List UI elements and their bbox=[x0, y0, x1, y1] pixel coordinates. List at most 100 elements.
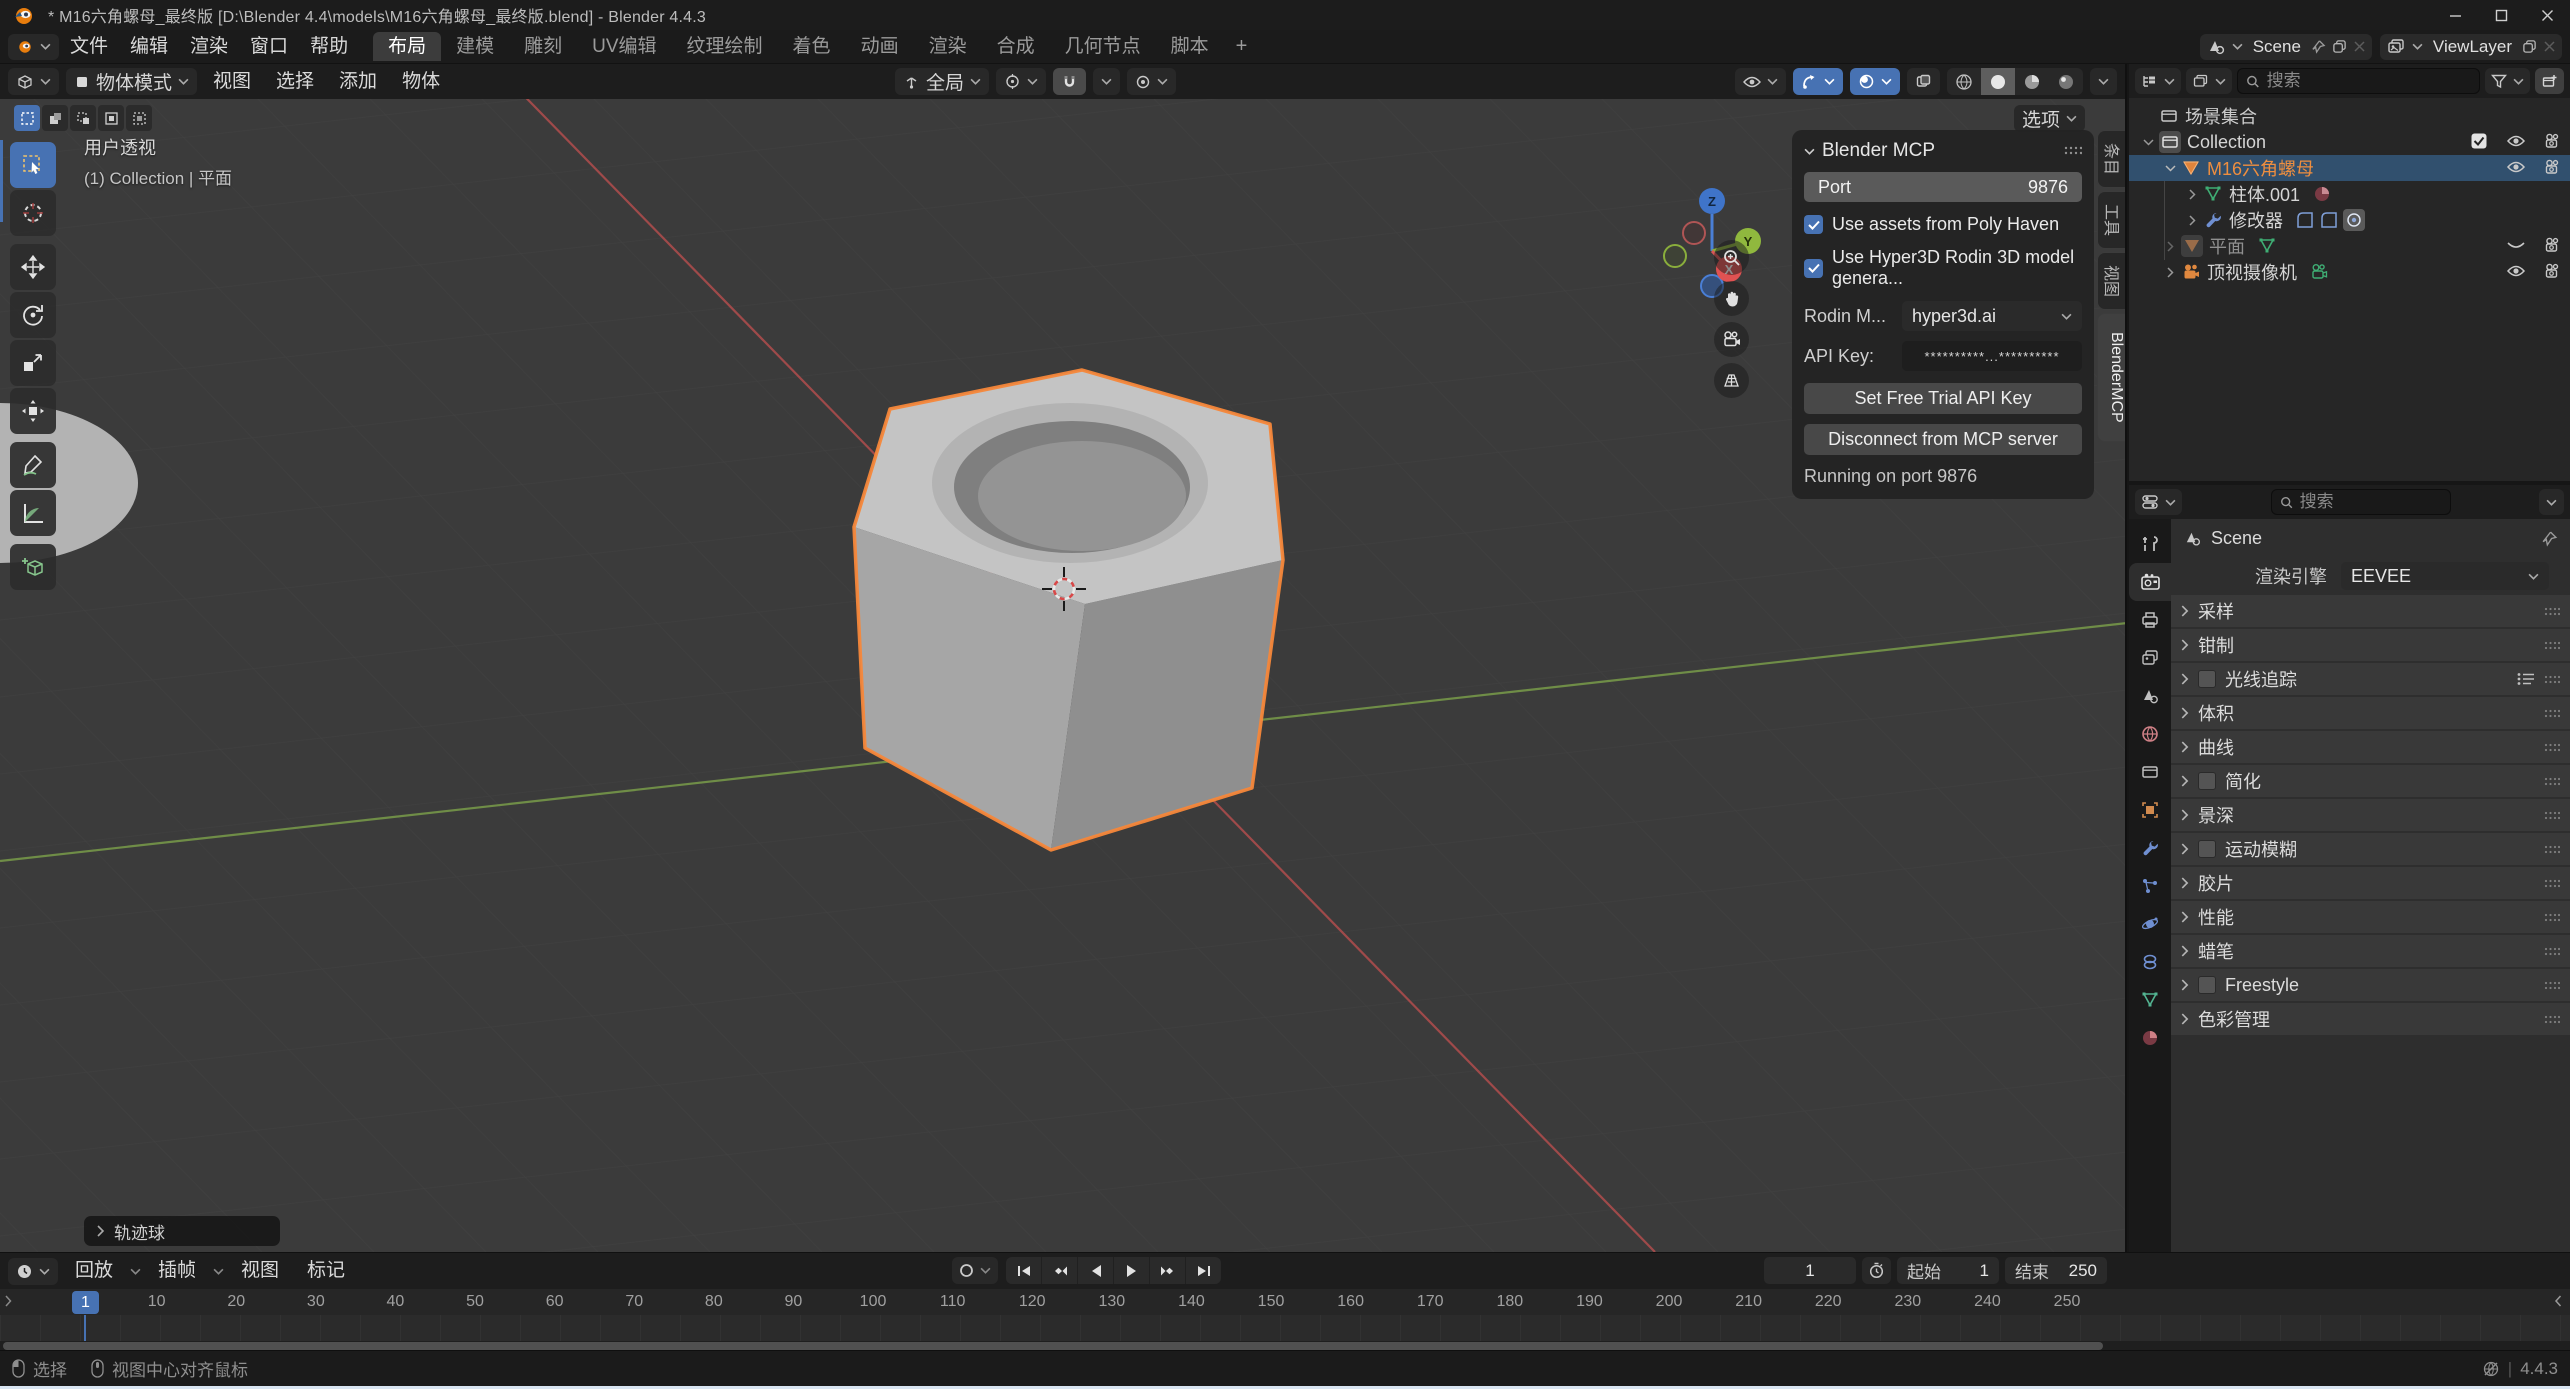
chevron-down-icon[interactable] bbox=[2143, 139, 2154, 146]
render-engine-dropdown[interactable]: EEVEE bbox=[2341, 562, 2549, 590]
poly-haven-checkbox[interactable]: Use assets from Poly Haven bbox=[1804, 214, 2082, 235]
panel-film[interactable]: 胶片 bbox=[2171, 867, 2570, 899]
snap-toggle[interactable] bbox=[1053, 68, 1086, 95]
axis-neg-y-ball[interactable] bbox=[1664, 245, 1686, 267]
scene-selector[interactable]: Scene bbox=[2200, 34, 2372, 60]
axis-neg-x-ball[interactable] bbox=[1683, 222, 1705, 244]
new-collection-button[interactable] bbox=[2535, 68, 2564, 94]
operator-redo-panel[interactable]: 轨迹球 bbox=[84, 1216, 280, 1246]
unlink-scene-icon[interactable] bbox=[2353, 40, 2366, 53]
copy-scene-icon[interactable] bbox=[2332, 39, 2347, 54]
shading-dropdown[interactable] bbox=[2090, 68, 2117, 95]
timeline-menu-playback[interactable]: 回放 bbox=[64, 1257, 124, 1285]
tab-sculpting[interactable]: 雕刻 bbox=[509, 32, 577, 61]
shading-wireframe-button[interactable] bbox=[1947, 68, 1981, 95]
tab-viewlayer-properties[interactable] bbox=[2129, 639, 2171, 677]
tab-material-properties[interactable] bbox=[2129, 1019, 2171, 1057]
hyper3d-checkbox[interactable]: Use Hyper3D Rodin 3D model genera... bbox=[1804, 247, 2082, 289]
viewport-menu-object[interactable]: 物体 bbox=[393, 68, 449, 96]
xray-toggle[interactable] bbox=[1907, 68, 1940, 95]
hide-eye-icon[interactable] bbox=[2506, 158, 2526, 176]
timeline-keyframe-area[interactable] bbox=[0, 1315, 2570, 1341]
tab-world-properties[interactable] bbox=[2129, 715, 2171, 753]
collection-checkbox[interactable] bbox=[2470, 132, 2488, 150]
menu-window[interactable]: 窗口 bbox=[239, 33, 299, 61]
outliner-search-input[interactable] bbox=[2267, 71, 2471, 91]
measure-tool[interactable] bbox=[10, 490, 56, 536]
disable-render-camera-icon[interactable] bbox=[2543, 262, 2562, 280]
properties-editor-type-button[interactable] bbox=[2135, 489, 2182, 515]
outliner-row-modifiers[interactable]: 修改器 bbox=[2129, 207, 2570, 233]
properties-options-dropdown[interactable] bbox=[2539, 489, 2564, 515]
tab-scene-properties[interactable] bbox=[2129, 677, 2171, 715]
cursor-tool[interactable] bbox=[10, 190, 56, 236]
api-key-field[interactable]: **********...********** bbox=[1902, 341, 2082, 371]
panel-raytracing[interactable]: 光线追踪 bbox=[2171, 663, 2570, 695]
panel-performance[interactable]: 性能 bbox=[2171, 901, 2570, 933]
panel-depth-of-field[interactable]: 景深 bbox=[2171, 799, 2570, 831]
list-icon[interactable] bbox=[2517, 672, 2535, 686]
pin-icon[interactable] bbox=[2541, 530, 2558, 547]
outliner-search[interactable] bbox=[2237, 68, 2480, 94]
sidebar-tab-tool[interactable]: 工具 bbox=[2097, 191, 2127, 249]
end-frame-field[interactable]: 结束250 bbox=[2005, 1257, 2107, 1284]
shading-solid-button[interactable] bbox=[1981, 68, 2015, 95]
prev-keyframe-button[interactable] bbox=[1042, 1257, 1077, 1284]
outliner-row-m16-nut[interactable]: M16六角螺母 bbox=[2129, 155, 2570, 181]
app-menu-button[interactable] bbox=[8, 34, 59, 60]
visibility-dropdown[interactable] bbox=[1735, 68, 1786, 95]
tab-particle-properties[interactable] bbox=[2129, 867, 2171, 905]
timeline-menu-marker[interactable]: 标记 bbox=[296, 1257, 356, 1285]
add-workspace-button[interactable]: + bbox=[1224, 35, 1260, 58]
sidebar-tab-blendermcp[interactable]: BlenderMCP bbox=[2097, 313, 2127, 442]
sidebar-tab-view[interactable]: 视图 bbox=[2097, 252, 2127, 310]
maximize-button[interactable] bbox=[2478, 0, 2524, 30]
set-trial-key-button[interactable]: Set Free Trial API Key bbox=[1804, 383, 2082, 414]
viewlayer-selector[interactable]: ViewLayer bbox=[2380, 34, 2562, 60]
panel-checkbox[interactable] bbox=[2198, 976, 2216, 994]
viewport-menu-select[interactable]: 选择 bbox=[267, 68, 323, 96]
copy-viewlayer-icon[interactable] bbox=[2522, 39, 2537, 54]
add-cube-tool[interactable] bbox=[10, 544, 56, 590]
outliner-row-scene-collection[interactable]: 场景集合 bbox=[2129, 103, 2570, 129]
viewport-menu-add[interactable]: 添加 bbox=[330, 68, 386, 96]
tab-compositing[interactable]: 合成 bbox=[982, 32, 1050, 61]
outliner-filter-mode-button[interactable] bbox=[2186, 68, 2232, 94]
tab-modifier-properties[interactable] bbox=[2129, 829, 2171, 867]
current-frame-marker[interactable]: 1 bbox=[72, 1291, 99, 1314]
gizmos-toggle[interactable] bbox=[1793, 68, 1843, 95]
panel-motion-blur[interactable]: 运动模糊 bbox=[2171, 833, 2570, 865]
timeline-editor-type-button[interactable] bbox=[8, 1258, 58, 1285]
tab-output-properties[interactable] bbox=[2129, 601, 2171, 639]
chevron-right-icon[interactable] bbox=[2167, 267, 2174, 278]
start-frame-field[interactable]: 起始1 bbox=[1897, 1257, 1999, 1284]
mode-dropdown[interactable]: 物体模式 bbox=[66, 68, 197, 95]
select-mode-intersect-button[interactable] bbox=[126, 105, 152, 131]
annotate-tool[interactable] bbox=[10, 442, 56, 488]
panel-grip-icon[interactable] bbox=[2064, 146, 2082, 156]
tab-geometry-nodes[interactable]: 几何节点 bbox=[1050, 32, 1156, 61]
viewport-menu-view[interactable]: 视图 bbox=[204, 68, 260, 96]
select-mode-invert-button[interactable] bbox=[98, 105, 124, 131]
chevron-right-icon[interactable] bbox=[2189, 189, 2196, 200]
panel-freestyle[interactable]: Freestyle bbox=[2171, 969, 2570, 1001]
chevron-right-icon[interactable] bbox=[2167, 241, 2174, 252]
panel-clamping[interactable]: 钳制 bbox=[2171, 629, 2570, 661]
transform-orientation-dropdown[interactable]: 全局 bbox=[895, 68, 989, 95]
close-button[interactable] bbox=[2524, 0, 2570, 30]
panel-checkbox[interactable] bbox=[2198, 840, 2216, 858]
camera-view-button[interactable] bbox=[1714, 322, 1749, 357]
editor-type-button[interactable] bbox=[8, 68, 59, 95]
tab-constraint-properties[interactable] bbox=[2129, 943, 2171, 981]
select-mode-subtract-button[interactable] bbox=[70, 105, 96, 131]
panel-simplify[interactable]: 简化 bbox=[2171, 765, 2570, 797]
shading-material-button[interactable] bbox=[2015, 68, 2049, 95]
3d-viewport[interactable]: 物体模式 视图 选择 添加 物体 全局 bbox=[0, 64, 2127, 1252]
outliner-row-cylinder-data[interactable]: 柱体.001 bbox=[2129, 181, 2570, 207]
tab-shading[interactable]: 着色 bbox=[778, 32, 846, 61]
overlays-toggle[interactable] bbox=[1850, 68, 1900, 95]
minimize-button[interactable] bbox=[2432, 0, 2478, 30]
timeline-menu-keying[interactable]: 插帧 bbox=[147, 1257, 207, 1285]
timeline-ruler[interactable]: 1020304050607080901001101201301401501601… bbox=[0, 1289, 2570, 1315]
menu-edit[interactable]: 编辑 bbox=[119, 33, 179, 61]
